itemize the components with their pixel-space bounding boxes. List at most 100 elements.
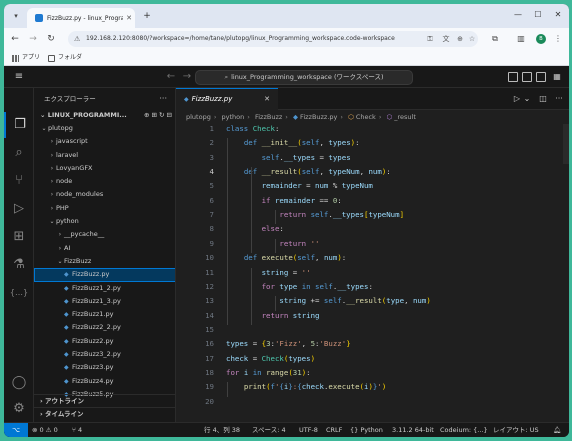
code-line[interactable]: self.__types = types bbox=[226, 153, 351, 162]
editor-more-icon[interactable]: ··· bbox=[552, 92, 566, 106]
code-line[interactable]: class Check: bbox=[226, 124, 279, 133]
code-line[interactable]: if remainder == 0: bbox=[226, 196, 342, 205]
code-line[interactable]: return string bbox=[226, 311, 320, 320]
remote-indicator[interactable]: ⌥ bbox=[4, 423, 28, 437]
extensions-activity-icon[interactable]: ⊞ bbox=[4, 224, 34, 250]
close-editor-icon[interactable]: ✕ bbox=[264, 89, 270, 110]
translate-icon[interactable]: 文 bbox=[440, 31, 452, 47]
tab-search-icon[interactable]: ▾ bbox=[10, 10, 22, 22]
notifications-icon[interactable]: 🔔︎ bbox=[553, 423, 561, 437]
python-interpreter[interactable]: 3.11.2 64-bit bbox=[392, 423, 434, 437]
account-icon[interactable]: ◯ bbox=[4, 370, 34, 396]
profile-avatar[interactable]: B bbox=[536, 34, 546, 44]
problems-indicator[interactable]: ⊗ 0 ⚠ 0 bbox=[32, 423, 58, 437]
tree-folder-item[interactable]: › PHP bbox=[34, 202, 175, 215]
tree-file-item[interactable]: ◆ FizzBuzz1_3.py bbox=[34, 295, 175, 308]
code-line[interactable]: else: bbox=[226, 224, 284, 233]
bookmark-star-icon[interactable]: ☆ bbox=[466, 31, 478, 47]
tree-folder-item[interactable]: › javascript bbox=[34, 135, 175, 148]
tree-folder-item[interactable]: ⌄python bbox=[34, 215, 175, 228]
scrollbar[interactable] bbox=[563, 124, 569, 164]
tree-file-item[interactable]: ◆ FizzBuzz2_2.py bbox=[34, 321, 175, 334]
back-button[interactable]: ← bbox=[8, 32, 22, 46]
tree-folder-item[interactable]: › node bbox=[34, 175, 175, 188]
line-endings[interactable]: CRLF bbox=[326, 423, 342, 437]
explorer-icon[interactable]: ❐ bbox=[4, 112, 34, 138]
nav-back-icon[interactable]: ← bbox=[164, 70, 178, 84]
tree-file-item[interactable]: ◆ FizzBuzz1_2.py bbox=[34, 282, 175, 295]
command-center[interactable]: ⌕ linux_Programming_workspace (ワークスペース) bbox=[195, 70, 413, 85]
tree-folder-item[interactable]: › laravel bbox=[34, 149, 175, 162]
testing-icon[interactable]: ⚗ bbox=[4, 252, 34, 278]
language-mode[interactable]: {} Python bbox=[350, 423, 383, 437]
code-line[interactable]: def execute(self, num): bbox=[226, 253, 346, 262]
toggle-panel-icon[interactable] bbox=[522, 72, 532, 82]
tree-file-item[interactable]: ◆ FizzBuzz1.py bbox=[34, 308, 175, 321]
breadcrumb-item[interactable]: _result bbox=[394, 113, 416, 121]
nav-forward-icon[interactable]: → bbox=[180, 70, 194, 84]
explorer-actions[interactable]: ⊕ ⊞ ↻ ⊟ bbox=[144, 108, 172, 122]
code-line[interactable]: string = '' bbox=[226, 268, 311, 277]
encoding[interactable]: UTF-8 bbox=[299, 423, 318, 437]
new-tab-button[interactable]: + bbox=[141, 10, 153, 22]
run-debug-icon[interactable]: ▷ bbox=[4, 196, 34, 222]
breadcrumb-item[interactable]: FizzBuzz bbox=[255, 113, 282, 121]
forward-button[interactable]: → bbox=[26, 32, 40, 46]
code-line[interactable]: print(f'{i}:{check.execute(i)}') bbox=[226, 382, 386, 391]
browser-tab[interactable]: FizzBuzz.py - linux_Programmin ✕ bbox=[27, 8, 135, 28]
zoom-icon[interactable]: ⊕ bbox=[454, 31, 466, 47]
breadcrumb-item[interactable]: FizzBuzz.py bbox=[300, 113, 337, 121]
ports-indicator[interactable]: ⑂ 4 bbox=[72, 423, 82, 437]
code-line[interactable]: def __init__(self, types): bbox=[226, 138, 360, 147]
close-tab-icon[interactable]: ✕ bbox=[123, 14, 135, 22]
keyboard-layout[interactable]: レイアウト: US bbox=[493, 423, 539, 437]
side-panel-icon[interactable]: ▥ bbox=[514, 32, 528, 46]
customize-layout-icon[interactable]: ▦ bbox=[550, 70, 564, 84]
tree-file-item[interactable]: ◆ FizzBuzz.py bbox=[34, 268, 175, 282]
chrome-menu-icon[interactable]: ⋮ bbox=[551, 32, 565, 46]
tree-folder-item[interactable]: › LovyanGFX bbox=[34, 162, 175, 175]
timeline-section[interactable]: › タイムライン bbox=[34, 407, 175, 420]
tree-file-item[interactable]: ◆ FizzBuzz4.py bbox=[34, 375, 175, 388]
breadcrumb-item[interactable]: Check bbox=[356, 113, 376, 121]
site-info-icon[interactable]: ⚠ bbox=[74, 31, 80, 47]
workspace-header[interactable]: ⌄ LINUX_PROGRAMMI... ⊕ ⊞ ↻ ⊟ bbox=[34, 108, 175, 122]
indentation[interactable]: スペース: 4 bbox=[252, 423, 286, 437]
run-dropdown-icon[interactable]: ⌄ bbox=[520, 92, 534, 106]
breadcrumb-item[interactable]: python bbox=[222, 113, 245, 121]
bookmark-folder[interactable]: フォルダ bbox=[48, 53, 82, 63]
source-control-icon[interactable]: ⑂ bbox=[4, 168, 34, 194]
close-window-button[interactable]: ✕ bbox=[549, 8, 567, 22]
code-line[interactable]: remainder = num % typeNum bbox=[226, 181, 373, 190]
settings-gear-icon[interactable]: ⚙ bbox=[4, 396, 34, 422]
code-line[interactable]: string += self.__result(type, num) bbox=[226, 296, 430, 305]
code-line[interactable]: check = Check(types) bbox=[226, 354, 315, 363]
codeium-icon[interactable]: {…} bbox=[4, 280, 34, 306]
code-line[interactable]: return self.__types[typeNum] bbox=[226, 210, 404, 219]
cursor-position[interactable]: 行 4、列 38 bbox=[204, 423, 240, 437]
bookmark-apps[interactable]: アプリ bbox=[12, 53, 40, 63]
tree-file-item[interactable]: ◆ FizzBuzz3_2.py bbox=[34, 348, 175, 361]
explorer-more-icon[interactable]: ··· bbox=[159, 91, 167, 107]
tree-folder-item[interactable]: › node_modules bbox=[34, 188, 175, 201]
outline-section[interactable]: › アウトライン bbox=[34, 394, 175, 407]
codeium-status[interactable]: Codeium: {...} bbox=[440, 423, 488, 437]
search-activity-icon[interactable]: ⌕ bbox=[4, 140, 34, 166]
code-line[interactable]: return '' bbox=[226, 239, 319, 248]
tree-folder-item[interactable]: ⌄plutopg bbox=[34, 122, 175, 135]
tree-file-item[interactable]: ◆ FizzBuzz2.py bbox=[34, 335, 175, 348]
extensions-icon[interactable]: ⧉ bbox=[488, 32, 502, 46]
code-line[interactable]: for i in range(31): bbox=[226, 368, 311, 377]
code-editor[interactable]: 1 class Check: 2 def __init__(self, types)… bbox=[176, 124, 569, 414]
editor-tab-fizzbuzz[interactable]: ◆ FizzBuzz.py ✕ bbox=[176, 88, 278, 110]
breadcrumb-item[interactable]: plutopg bbox=[186, 113, 211, 121]
hamburger-menu-icon[interactable]: ≡ bbox=[12, 70, 26, 84]
toggle-secondary-sidebar-icon[interactable] bbox=[536, 72, 546, 82]
code-line[interactable]: types = {3:'Fizz', 5:'Buzz'} bbox=[226, 339, 351, 348]
tree-file-item[interactable]: ◆ FizzBuzz3.py bbox=[34, 361, 175, 374]
tree-folder-item[interactable]: ⌄FizzBuzz bbox=[34, 255, 175, 268]
toggle-primary-sidebar-icon[interactable] bbox=[508, 72, 518, 82]
tree-folder-item[interactable]: › AI bbox=[34, 242, 175, 255]
code-line[interactable]: for type in self.__types: bbox=[226, 282, 373, 291]
tree-folder-item[interactable]: › __pycache__ bbox=[34, 228, 175, 241]
